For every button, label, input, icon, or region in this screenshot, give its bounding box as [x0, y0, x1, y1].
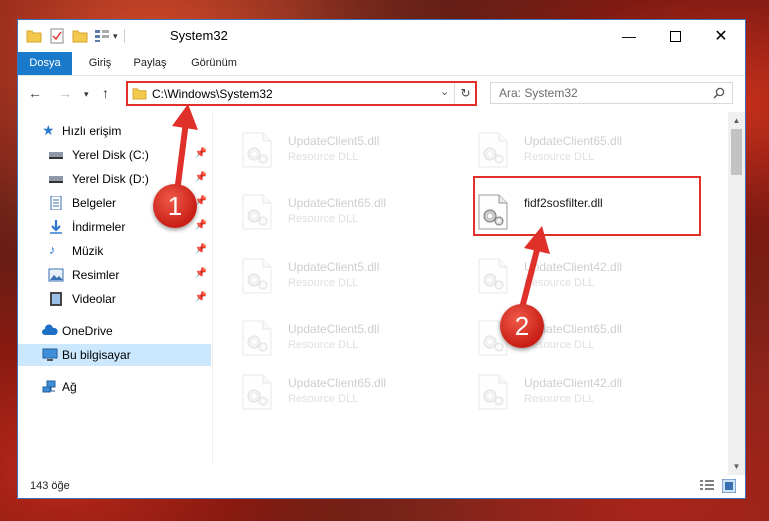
- arrow-1-head: [172, 104, 198, 130]
- annotation-arrows: [172, 104, 550, 319]
- step-badge-1: 1: [153, 184, 197, 228]
- arrow-2-head: [524, 226, 550, 254]
- step-badge-2: 2: [500, 304, 544, 348]
